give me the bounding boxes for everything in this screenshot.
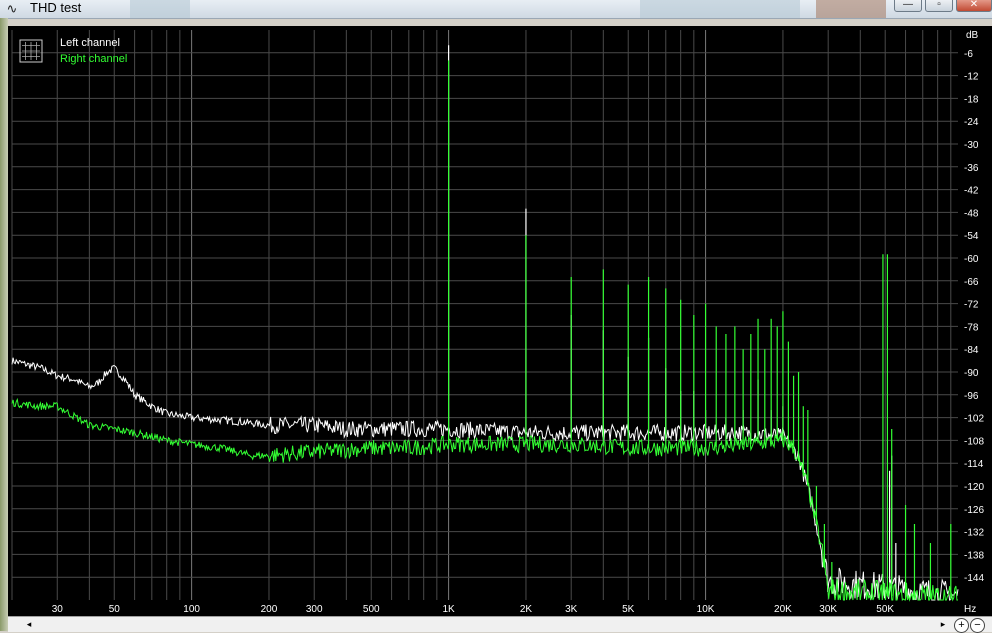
y-tick-label: -78 (964, 322, 979, 333)
y-tick-label: -120 (964, 482, 984, 493)
y-tick-label: -30 (964, 140, 979, 151)
background-window (640, 0, 800, 18)
y-tick-label: -60 (964, 254, 979, 265)
y-tick-label: -84 (964, 345, 979, 356)
y-tick-label: -132 (964, 528, 984, 539)
y-tick-label: -42 (964, 186, 979, 197)
x-tick-label: 1K (442, 604, 455, 615)
legend-entry: Right channel (60, 53, 127, 65)
window-title: THD test (30, 0, 82, 15)
y-tick-label: -72 (964, 300, 979, 311)
window-border (0, 18, 8, 631)
minimize-button[interactable]: — (894, 0, 922, 12)
y-tick-label: -108 (964, 436, 984, 447)
y-tick-label: -66 (964, 277, 979, 288)
y-tick-label: -18 (964, 94, 979, 105)
spectrum-chart: dB -6 -12 -18 -24 -30 -36 -42 -48 -54 -60 -66 -72 -78… (11, 30, 984, 615)
background-window (130, 0, 190, 18)
x-tick-label: 50K (876, 604, 894, 615)
horizontal-scrollbar[interactable]: ◂ ▸ + − (8, 616, 992, 633)
legend-entry: Left channel (60, 37, 120, 49)
y-tick-label: -12 (964, 72, 979, 83)
x-tick-label: 500 (363, 604, 380, 615)
y-tick-label: -24 (964, 117, 979, 128)
y-tick-label: -144 (964, 573, 984, 584)
y-tick-label: -96 (964, 391, 979, 402)
close-button[interactable]: ✕ (956, 0, 992, 12)
y-tick-label: -90 (964, 368, 979, 379)
scroll-left-icon[interactable]: ◂ (22, 618, 36, 631)
x-tick-label: 10K (697, 604, 715, 615)
y-tick-label: -6 (964, 49, 973, 60)
x-tick-label: 200 (261, 604, 278, 615)
x-tick-label: 3K (565, 604, 578, 615)
waveform-icon: ∿ (6, 1, 18, 16)
x-tick-label: 20K (774, 604, 792, 615)
x-tick-label: 300 (306, 604, 323, 615)
window-controls: — ▫ ✕ (891, 0, 992, 12)
x-tick-label: 2K (520, 604, 533, 615)
x-tick-label: 5K (622, 604, 635, 615)
x-tick-label: 100 (183, 604, 200, 615)
y-tick-label: -138 (964, 550, 984, 561)
scroll-right-icon[interactable]: ▸ (936, 618, 950, 631)
y-tick-label: -102 (964, 414, 984, 425)
x-tick-label: 30 (52, 604, 64, 615)
y-tick-label: -126 (964, 505, 984, 516)
maximize-button[interactable]: ▫ (925, 0, 953, 12)
series-line-left (11, 357, 959, 601)
background-window (816, 0, 886, 18)
y-tick-label: -36 (964, 163, 979, 174)
y-tick-label: -54 (964, 231, 979, 242)
y-tick-label: -48 (964, 208, 979, 219)
x-tick-label: 50 (109, 604, 121, 615)
x-axis-unit-label: Hz (964, 604, 976, 615)
x-tick-label: 30K (819, 604, 837, 615)
window-titlebar[interactable]: ∿ THD test — ▫ ✕ (0, 0, 992, 19)
y-axis-unit-label: dB (966, 30, 979, 41)
y-tick-label: -114 (964, 459, 984, 470)
